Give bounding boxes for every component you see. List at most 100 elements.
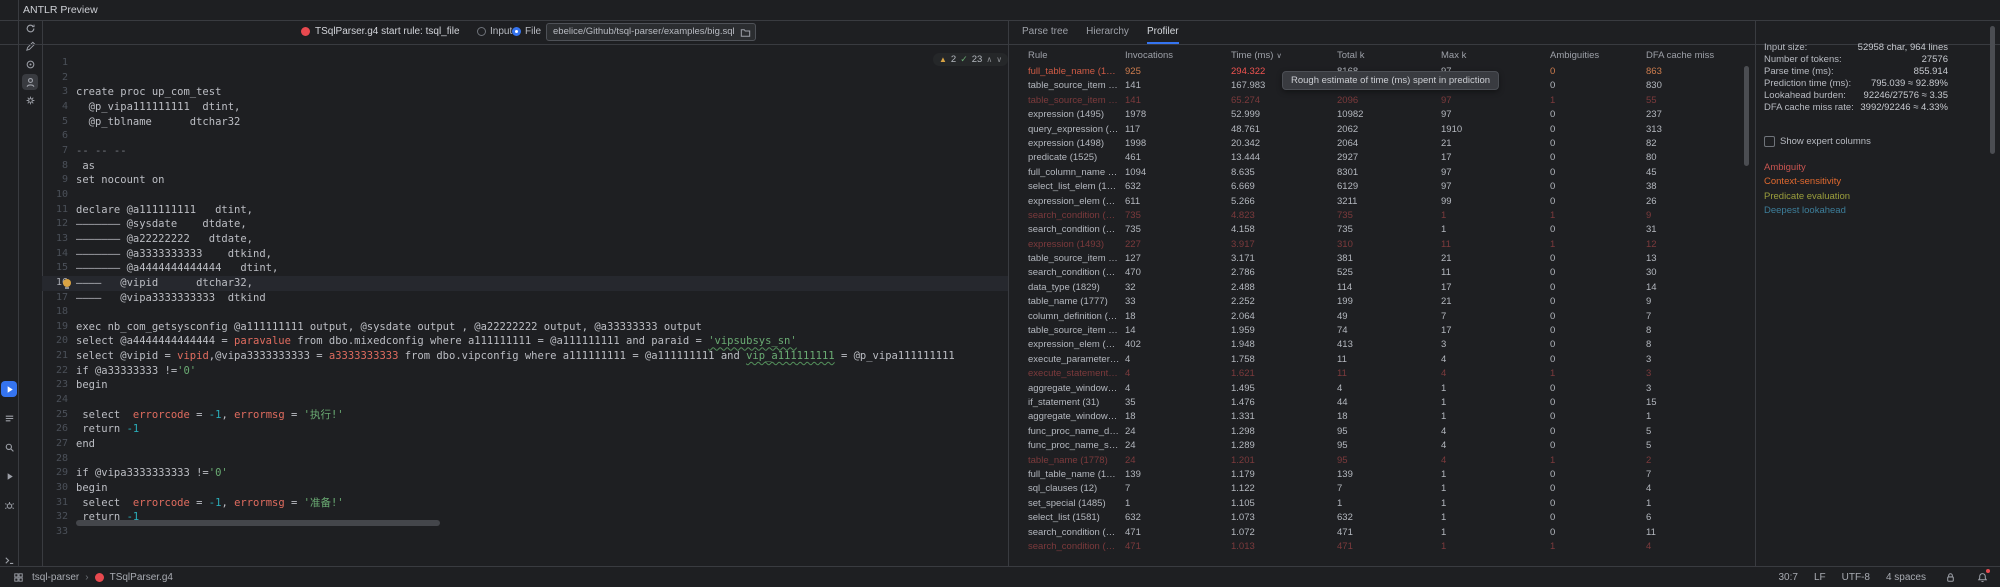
column-header-ambiguities[interactable]: Ambiguities — [1545, 48, 1641, 64]
code-line[interactable]: 26 return -1 — [42, 422, 1008, 437]
search-tool-icon[interactable] — [1, 439, 17, 455]
stats-splitter[interactable] — [1755, 20, 1756, 566]
code-line[interactable]: 4 @p_vipa111111111 dtint, — [42, 100, 1008, 115]
tab-parse-tree[interactable]: Parse tree — [1022, 20, 1068, 44]
column-header-max-k[interactable]: Max k — [1436, 48, 1545, 64]
profiler-table-row[interactable]: expression (1498)199820.342206421082 — [1020, 137, 1740, 151]
profiler-table-row[interactable]: func_proc_name_serv…241.28995405 — [1020, 439, 1740, 453]
caret-position-widget[interactable]: 30:7 — [1778, 572, 1797, 583]
breadcrumb-file[interactable]: TSqlParser.g4 — [110, 572, 173, 583]
profiler-table-row[interactable]: sql_clauses (12)71.1227104 — [1020, 482, 1740, 496]
code-line[interactable]: 28 — [42, 452, 1008, 467]
profiler-table-row[interactable]: table_source_item (15…141.959741708 — [1020, 324, 1740, 338]
code-line[interactable]: 24 — [42, 393, 1008, 408]
run-tool-icon[interactable] — [1, 468, 17, 484]
show-expert-columns-checkbox[interactable]: Show expert columns — [1764, 135, 1948, 149]
edit-grammar-icon[interactable] — [22, 38, 38, 54]
profiler-table-row[interactable]: select_list (1581)6321.073632106 — [1020, 511, 1740, 525]
tab-profiler[interactable]: Profiler — [1147, 20, 1179, 44]
code-editor[interactable]: 123create proc up_com_test4 @p_vipa11111… — [42, 56, 1008, 542]
column-header-time[interactable]: Time (ms)∨ — [1226, 48, 1332, 64]
code-line[interactable]: 16———— @vipid dtchar32, — [42, 276, 1008, 291]
indent-widget[interactable]: 4 spaces — [1886, 572, 1926, 583]
profiler-table-row[interactable]: column_definition (1421)182.06449707 — [1020, 310, 1740, 324]
code-line[interactable]: 12——————— @sysdate dtdate, — [42, 217, 1008, 232]
code-line[interactable]: 21select @vipid = vipid,@vipa3333333333 … — [42, 349, 1008, 364]
code-line[interactable]: 19exec nb_com_getsysconfig @a111111111 o… — [42, 320, 1008, 335]
scroll-to-source-icon[interactable] — [22, 56, 38, 72]
profiler-table-row[interactable]: set_special (1485)11.1051101 — [1020, 497, 1740, 511]
profiler-table-row[interactable]: table_source_item (16…14165.274209697155 — [1020, 94, 1740, 108]
code-line[interactable]: 3create proc up_com_test — [42, 85, 1008, 100]
code-line[interactable]: 1 — [42, 56, 1008, 71]
profiler-table-scrollbar[interactable] — [1744, 66, 1749, 166]
column-header-total-k[interactable]: Total k — [1332, 48, 1436, 64]
lock-icon[interactable] — [1942, 569, 1958, 585]
intention-bulb-icon[interactable] — [63, 279, 71, 287]
column-header-dfa-cache-miss[interactable]: DFA cache miss — [1641, 48, 1740, 64]
structure-tool-icon[interactable] — [1, 410, 17, 426]
code-line[interactable]: 10 — [42, 188, 1008, 203]
profiler-table-row[interactable]: data_type (1829)322.48811417014 — [1020, 281, 1740, 295]
settings-icon[interactable] — [22, 92, 38, 108]
code-line[interactable]: 33 — [42, 525, 1008, 540]
code-line[interactable]: 11declare @a111111111 dtint, — [42, 203, 1008, 218]
code-line[interactable]: 31 select errorcode = -1, errormsg = '准备… — [42, 496, 1008, 511]
code-line[interactable]: 13——————— @a22222222 dtdate, — [42, 232, 1008, 247]
project-widget-icon[interactable] — [10, 569, 26, 585]
profiler-table-row[interactable]: search_condition (1516)4711.0724711011 — [1020, 526, 1740, 540]
code-line[interactable]: 2 — [42, 71, 1008, 86]
code-line[interactable]: 5 @p_tblname dtchar32 — [42, 115, 1008, 130]
profiler-table-row[interactable]: expression (1495)197852.99910982970237 — [1020, 108, 1740, 122]
profiler-table-row[interactable]: if_statement (31)351.476441015 — [1020, 396, 1740, 410]
profiler-table-row[interactable]: table_name (1777)332.2521992109 — [1020, 295, 1740, 309]
panel-splitter[interactable] — [1008, 20, 1009, 566]
profiler-table-row[interactable]: full_table_name (1773)1391.179139107 — [1020, 468, 1740, 482]
input-radio[interactable]: Input — [477, 26, 512, 37]
profiler-table-row[interactable]: full_column_name (17…10948.635830197045 — [1020, 166, 1740, 180]
browse-file-icon[interactable] — [737, 24, 753, 40]
profiler-table-row[interactable]: query_expression (1527)11748.76120621910… — [1020, 123, 1740, 137]
code-line[interactable]: 7-- -- -- — [42, 144, 1008, 159]
profiler-table-row[interactable]: expression_elem (1589)4021.948413308 — [1020, 338, 1740, 352]
profiler-table-row[interactable]: predicate (1525)46113.444292717080 — [1020, 151, 1740, 165]
code-line[interactable]: 17———— @vipa3333333333 dtkind — [42, 291, 1008, 306]
profiler-table-row[interactable]: table_name (1778)241.20195412 — [1020, 454, 1740, 468]
file-path-input[interactable]: ebelice/Github/tsql-parser/examples/big.… — [546, 23, 756, 41]
profiler-table-row[interactable]: expression (1493)2273.91731011112 — [1020, 238, 1740, 252]
profiler-table-row[interactable]: execute_parameter (1…41.75811403 — [1020, 353, 1740, 367]
profiler-table-row[interactable]: search_condition (15…4711.013471114 — [1020, 540, 1740, 554]
column-header-rule[interactable]: Rule — [1020, 48, 1120, 64]
code-line[interactable]: 29if @vipa3333333333 !='0' — [42, 466, 1008, 481]
encoding-widget[interactable]: UTF-8 — [1842, 572, 1870, 583]
code-line[interactable]: 30begin — [42, 481, 1008, 496]
profiler-table-row[interactable]: aggregate_windowed…181.33118101 — [1020, 410, 1740, 424]
code-line[interactable]: 6 — [42, 129, 1008, 144]
antlr-preview-tool-icon[interactable] — [1, 381, 17, 397]
profiler-table-row[interactable]: expression_elem (1590)6115.266321199026 — [1020, 195, 1740, 209]
editor-horizontal-scrollbar[interactable] — [76, 520, 440, 526]
tab-hierarchy[interactable]: Hierarchy — [1086, 20, 1129, 44]
code-line[interactable]: 22if @a33333333 !='0' — [42, 364, 1008, 379]
problems-tool-icon[interactable] — [1, 497, 17, 513]
code-line[interactable]: 27end — [42, 437, 1008, 452]
line-separator-widget[interactable]: LF — [1814, 572, 1826, 583]
profiler-table-row[interactable]: search_condition (1517)4702.78652511030 — [1020, 266, 1740, 280]
profiler-table-row[interactable]: func_proc_name_data…241.29895405 — [1020, 425, 1740, 439]
profiler-table-row[interactable]: search_condition (1519)7354.1587351031 — [1020, 223, 1740, 237]
code-line[interactable]: 15——————— @a4444444444444 dtint, — [42, 261, 1008, 276]
code-line[interactable]: 23begin — [42, 378, 1008, 393]
code-line[interactable]: 20select @a4444444444444 = paravalue fro… — [42, 334, 1008, 349]
column-header-invocations[interactable]: Invocations — [1120, 48, 1226, 64]
profiler-table-row[interactable]: select_list_elem (1592)6326.669612997038 — [1020, 180, 1740, 194]
next-problem-icon[interactable]: ∨ — [996, 55, 1002, 64]
profiler-table-row[interactable]: table_source_item (15…1273.17138121013 — [1020, 252, 1740, 266]
profiler-table-row[interactable]: aggregate_windowed…41.4954103 — [1020, 382, 1740, 396]
breadcrumb-project[interactable]: tsql-parser — [32, 572, 79, 583]
refresh-icon[interactable] — [22, 20, 38, 36]
code-line[interactable]: 9set nocount on — [42, 173, 1008, 188]
file-radio[interactable]: File — [512, 26, 541, 37]
code-line[interactable]: 25 select errorcode = -1, errormsg = '执行… — [42, 408, 1008, 423]
profiler-table-row[interactable]: execute_statement (1…41.62111413 — [1020, 367, 1740, 381]
notifications-bell-icon[interactable] — [1974, 569, 1990, 585]
